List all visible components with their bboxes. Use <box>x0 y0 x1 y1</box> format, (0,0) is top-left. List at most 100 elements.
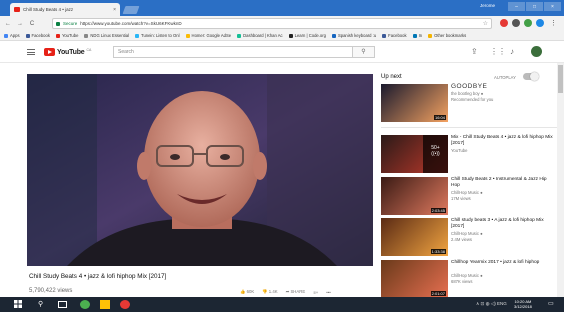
file-explorer-icon[interactable] <box>100 300 110 309</box>
duration-badge: 1:33:38 <box>430 249 446 254</box>
new-tab-button[interactable] <box>122 6 140 14</box>
bookmark-item[interactable]: NDG Linux Essential <box>84 33 129 38</box>
bookmarks-bar: Apps Facebook YouTube NDG Linux Essential Tu… <box>0 31 564 41</box>
video-card[interactable]: 50+ ((•)) Mix - Chill Study Beats 4 • jazz… <box>381 135 556 175</box>
add-to-playlist-icon[interactable]: ≡+ <box>313 290 318 295</box>
guide-menu-icon[interactable] <box>27 49 35 55</box>
upload-icon[interactable]: ⇪ <box>471 47 478 56</box>
video-card[interactable]: 1:33:38 Chill study beats 3 • A jazz & lo… <box>381 218 556 258</box>
bookmark-item[interactable]: Facebook <box>382 33 407 38</box>
windows-taskbar: ⚲ ∧ ⊡ ◍ ◁) ENG 10:20 AM 3/12/2018 ▭ <box>0 297 564 312</box>
bookmark-item[interactable]: Learn | Code.org <box>288 33 326 38</box>
video-card[interactable]: 2:01:07 Chillhop Yearmix 2017 • jazz & lo… <box>381 260 556 300</box>
profile-name[interactable]: Jerome <box>480 3 495 8</box>
video-thumbnail[interactable]: 16:04 <box>381 84 448 122</box>
window-controls: – □ × <box>508 2 561 11</box>
bookmark-item[interactable]: Homer: Google AdSe <box>185 33 231 38</box>
channel-name[interactable]: the bootleg boy ● <box>451 91 483 97</box>
youtube-favicon-icon <box>14 7 20 12</box>
youtube-logo[interactable]: YouTube CA <box>44 48 91 56</box>
channel-name[interactable]: ChillHop Music ● <box>451 190 483 196</box>
youtube-play-icon <box>44 48 55 56</box>
forward-icon[interactable]: → <box>17 21 23 27</box>
account-avatar[interactable] <box>531 46 542 57</box>
bookmark-item[interactable]: In <box>412 33 422 38</box>
bookmark-item[interactable]: Tunein: Listen to Onl <box>135 33 180 38</box>
page-scrollbar[interactable] <box>557 63 564 297</box>
app-icon[interactable] <box>80 300 90 309</box>
video-thumbnail[interactable]: 50+ ((•)) <box>381 135 448 173</box>
video-card-title[interactable]: Chill Study Beats 2 • Instrumental & Jaz… <box>451 177 556 189</box>
playlist-count-overlay: 50+ ((•)) <box>423 135 448 173</box>
more-actions-button[interactable]: ••• <box>326 290 331 295</box>
reload-icon[interactable]: C <box>29 21 35 27</box>
dislike-button[interactable]: 👎 1.4K <box>262 289 277 295</box>
system-tray[interactable]: ∧ ⊡ ◍ ◁) ENG <box>476 301 507 307</box>
search-icon[interactable]: ⚲ <box>38 300 48 309</box>
address-bar[interactable]: Secure https://www.youtube.com/watch?v=S… <box>52 18 492 29</box>
like-button[interactable]: 👍 60K <box>240 289 254 295</box>
bookmark-item[interactable]: Apps <box>4 33 20 38</box>
bookmark-item[interactable]: Dashboard | Khan Ac <box>237 33 283 38</box>
clock[interactable]: 10:20 AM 3/12/2018 <box>514 299 532 309</box>
share-button[interactable]: ➦ SHARE <box>286 289 306 295</box>
bookmark-icon <box>25 33 30 38</box>
bookmark-item[interactable]: YouTube <box>55 33 78 38</box>
autoplay-label: AUTOPLAY <box>494 75 516 80</box>
minimize-icon[interactable]: – <box>508 2 525 11</box>
video-card-title[interactable]: Chillhop Yearmix 2017 • jazz & lofi hiph… <box>451 260 556 266</box>
back-icon[interactable]: ← <box>5 21 11 27</box>
apps-grid-icon[interactable]: ⋮⋮ <box>490 47 506 56</box>
video-card-title[interactable]: Mix - Chill Study Beats 4 • jazz & lofi … <box>451 135 556 147</box>
extension-icon[interactable] <box>536 19 544 27</box>
bookmark-icon <box>55 33 60 38</box>
extension-icon[interactable] <box>524 19 532 27</box>
bookmark-item[interactable]: Other bookmarks <box>428 33 466 38</box>
mix-icon: ((•)) <box>431 151 440 157</box>
secure-label: Secure <box>63 21 78 26</box>
video-player[interactable] <box>27 74 373 266</box>
close-window-icon[interactable]: × <box>544 2 561 11</box>
bookmark-item[interactable]: Spanish keyboard :u <box>331 33 376 38</box>
youtube-masthead: YouTube CA Search ⚲ ⇪ ⋮⋮ ♪ <box>0 41 564 63</box>
bookmark-icon <box>412 33 417 38</box>
video-thumbnail[interactable]: 2:01:07 <box>381 260 448 298</box>
thumbs-down-icon: 👎 <box>262 289 268 294</box>
scrollbar-thumb[interactable] <box>558 65 563 93</box>
autoplay-toggle[interactable] <box>523 72 539 81</box>
chrome-icon[interactable] <box>120 300 130 309</box>
bookmark-icon <box>185 33 190 38</box>
notifications-icon[interactable]: ▭ <box>548 300 554 307</box>
search-button[interactable]: ⚲ <box>353 46 375 58</box>
video-thumbnail[interactable]: 2:03:45 <box>381 177 448 215</box>
menu-kebab-icon[interactable]: ⋮ <box>550 19 557 27</box>
channel-name[interactable]: YouTube <box>451 148 467 154</box>
lock-icon <box>56 21 60 26</box>
duration-badge: 2:03:45 <box>430 208 446 213</box>
duration-badge: 2:01:07 <box>430 291 446 296</box>
windows-start-icon[interactable] <box>14 300 24 309</box>
bookmark-item[interactable]: Facebook <box>25 33 50 38</box>
tab-close-icon[interactable]: × <box>113 7 116 13</box>
bookmark-icon <box>331 33 336 38</box>
channel-name[interactable]: ChillHop Music ● <box>451 231 483 237</box>
bookmark-star-icon[interactable]: ☆ <box>483 20 488 27</box>
extension-icon[interactable] <box>512 19 520 27</box>
video-card-title[interactable]: Chill study beats 3 • A jazz & lofi hiph… <box>451 218 556 230</box>
maximize-icon[interactable]: □ <box>526 2 543 11</box>
divider <box>381 127 557 128</box>
browser-tab[interactable]: Chill Study Beats 4 • jazz × <box>10 3 120 16</box>
up-next-heading: Up next <box>381 74 402 80</box>
tab-title: Chill Study Beats 4 • jazz <box>23 7 74 12</box>
video-card[interactable]: 16:04 GOODBYE the bootleg boy ● Recommended… <box>381 83 556 124</box>
video-meta: Recommended for you <box>451 97 494 102</box>
task-view-icon[interactable] <box>58 301 67 308</box>
channel-name[interactable]: ChillHop Music ● <box>451 273 483 279</box>
video-card[interactable]: 2:03:45 Chill Study Beats 2 • Instrumenta… <box>381 177 556 217</box>
video-thumbnail[interactable]: 1:33:38 <box>381 218 448 256</box>
search-input[interactable]: Search <box>113 46 353 58</box>
video-card-title[interactable]: GOODBYE <box>451 83 556 90</box>
notifications-bell-icon[interactable]: ♪ <box>510 47 514 56</box>
extension-icon[interactable] <box>500 19 508 27</box>
bookmark-icon <box>237 33 242 38</box>
